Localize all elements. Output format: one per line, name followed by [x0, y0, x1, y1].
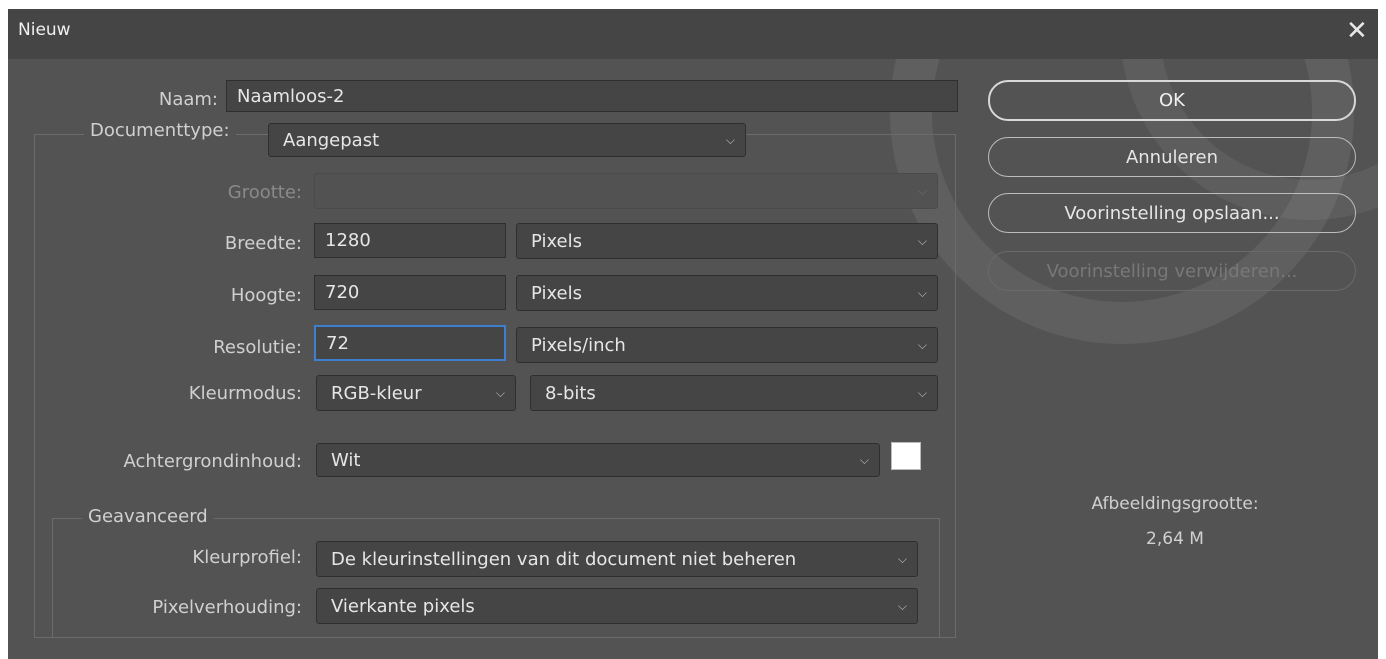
height-unit-select[interactable]: Pixels ⌵ [516, 275, 938, 311]
chevron-down-icon: ⌵ [917, 338, 927, 352]
bitdepth-value: 8-bits [545, 382, 596, 404]
resolution-unit-value: Pixels/inch [531, 334, 626, 356]
advanced-legend: Geavanceerd [82, 506, 214, 527]
chevron-down-icon: ⌵ [897, 552, 907, 566]
chevron-down-icon: ⌵ [725, 133, 735, 147]
height-unit-value: Pixels [531, 282, 583, 304]
doctype-value: Aangepast [283, 129, 380, 151]
image-size-value: 2,64 M [1146, 529, 1204, 549]
ok-button[interactable]: OK [988, 80, 1356, 121]
resolution-unit-select[interactable]: Pixels/inch ⌵ [516, 327, 938, 363]
save-preset-button[interactable]: Voorinstelling opslaan... [988, 193, 1356, 233]
profile-label: Kleurprofiel: [192, 547, 302, 568]
background-color-swatch[interactable] [891, 442, 921, 470]
resolution-input[interactable]: 72 [314, 325, 506, 361]
chevron-down-icon: ⌵ [859, 453, 869, 467]
pixelratio-label: Pixelverhouding: [152, 597, 302, 618]
height-input[interactable]: 720 [314, 275, 506, 310]
profile-select[interactable]: De kleurinstellingen van dit document ni… [316, 541, 918, 577]
size-select: ⌵ [314, 173, 938, 209]
pixelratio-select[interactable]: Vierkante pixels ⌵ [316, 588, 918, 624]
bitdepth-select[interactable]: 8-bits ⌵ [530, 375, 938, 411]
height-label: Hoogte: [230, 285, 302, 306]
chevron-down-icon: ⌵ [917, 386, 927, 400]
chevron-down-icon: ⌵ [917, 184, 927, 198]
width-unit-select[interactable]: Pixels ⌵ [516, 223, 938, 259]
background-value: Wit [331, 449, 361, 471]
name-input[interactable]: Naamloos-2 [226, 80, 958, 112]
cancel-button[interactable]: Annuleren [988, 137, 1356, 177]
size-label: Grootte: [227, 182, 302, 203]
image-size-label: Afbeeldingsgrootte: [1091, 494, 1259, 514]
background-label: Achtergrondinhoud: [123, 451, 302, 472]
title-bar [8, 9, 1378, 59]
doctype-label: Documenttype: [84, 120, 236, 141]
background-select[interactable]: Wit ⌵ [316, 443, 880, 477]
width-label: Breedte: [224, 233, 302, 254]
chevron-down-icon: ⌵ [917, 234, 927, 248]
doctype-select[interactable]: Aangepast ⌵ [268, 123, 746, 157]
chevron-down-icon: ⌵ [495, 386, 505, 400]
profile-value: De kleurinstellingen van dit document ni… [331, 548, 797, 570]
delete-preset-button: Voorinstelling verwijderen... [988, 251, 1356, 291]
resolution-label: Resolutie: [213, 337, 302, 358]
width-unit-value: Pixels [531, 230, 583, 252]
colormode-value: RGB-kleur [331, 382, 422, 404]
close-icon[interactable]: ✕ [1346, 18, 1368, 44]
colormode-label: Kleurmodus: [188, 383, 302, 404]
chevron-down-icon: ⌵ [917, 286, 927, 300]
colormode-select[interactable]: RGB-kleur ⌵ [316, 375, 516, 411]
pixelratio-value: Vierkante pixels [331, 595, 475, 617]
name-label: Naam: [158, 89, 218, 110]
dialog-title: Nieuw [18, 20, 71, 40]
chevron-down-icon: ⌵ [897, 599, 907, 613]
width-input[interactable]: 1280 [314, 223, 506, 258]
